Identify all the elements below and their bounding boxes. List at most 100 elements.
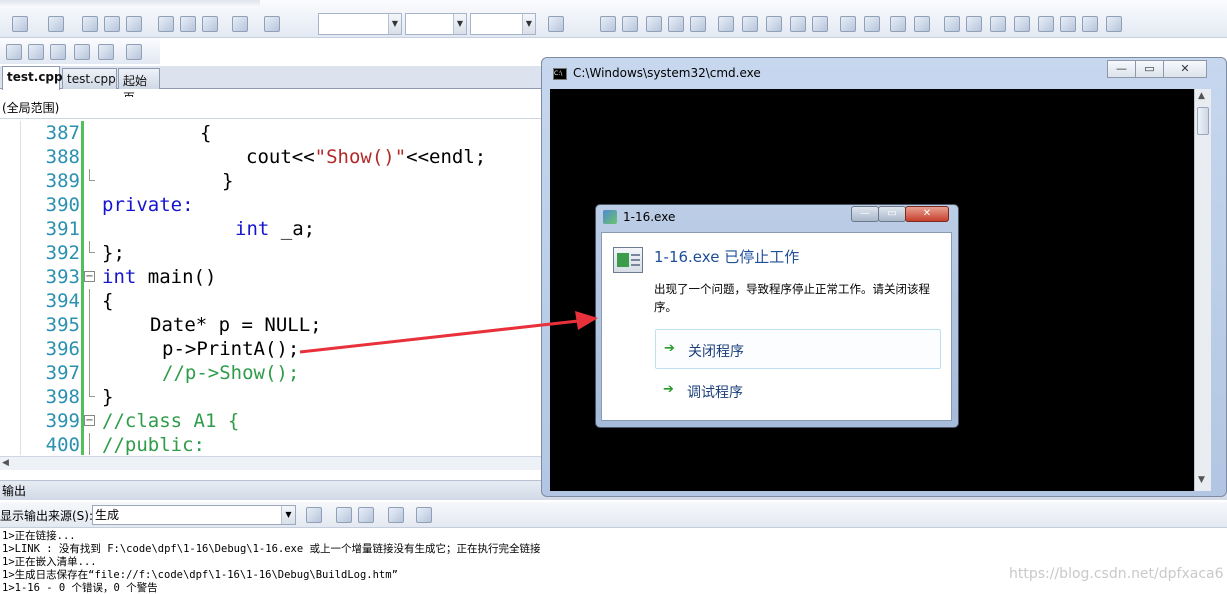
scroll-down-icon[interactable]: ▼ bbox=[1198, 475, 1205, 485]
maximize-button[interactable]: ▭ bbox=[878, 206, 906, 222]
code-line: int main() bbox=[102, 266, 217, 288]
green-arrow-icon: ➔ bbox=[663, 382, 674, 397]
debug-toolbar-icon[interactable] bbox=[126, 44, 142, 60]
toolbar-icon[interactable] bbox=[990, 16, 1006, 32]
fold-line bbox=[89, 289, 90, 313]
line-number: 399 bbox=[45, 410, 80, 432]
toolbar-icon[interactable] bbox=[1014, 16, 1030, 32]
output-toolbar-icon[interactable] bbox=[416, 507, 432, 523]
output-toolbar-icon[interactable] bbox=[388, 507, 404, 523]
toolbar-icon[interactable] bbox=[690, 16, 706, 32]
font-size-combo[interactable]: ▼ bbox=[405, 13, 467, 35]
crash-dialog[interactable]: 1-16.exe — ▭ ✕ 1-16.exe 已停止工作 出现了一个问题，导致… bbox=[595, 204, 959, 428]
close-button[interactable]: ✕ bbox=[905, 206, 949, 222]
toolbar-icon[interactable] bbox=[944, 16, 960, 32]
output-line: 1>正在链接... bbox=[2, 530, 76, 542]
chevron-down-icon[interactable]: ▼ bbox=[388, 14, 401, 34]
line-number: 395 bbox=[45, 314, 80, 336]
scroll-left-icon[interactable]: ◀ bbox=[2, 458, 9, 468]
code-line: { bbox=[200, 122, 212, 144]
toolbar-icon[interactable] bbox=[48, 16, 64, 32]
toolbar-icon[interactable] bbox=[12, 16, 28, 32]
close-program-option[interactable]: ➔ 关闭程序 bbox=[655, 329, 941, 369]
tab-test-cpp[interactable]: test.cpp bbox=[62, 68, 117, 89]
toolbar-icon[interactable] bbox=[104, 16, 120, 32]
toolbar-icon[interactable] bbox=[1082, 16, 1098, 32]
toolbar-icon[interactable] bbox=[668, 16, 684, 32]
toolbar-icon[interactable] bbox=[232, 16, 248, 32]
maximize-button[interactable]: ▭ bbox=[1135, 60, 1164, 78]
line-number: 392 bbox=[45, 242, 80, 264]
toolbar-icon[interactable] bbox=[158, 16, 174, 32]
line-number: 398 bbox=[45, 386, 80, 408]
font-name-combo[interactable]: ▼ bbox=[318, 13, 402, 35]
fold-toggle-icon[interactable]: − bbox=[84, 415, 95, 426]
toolbar-icon[interactable] bbox=[790, 16, 806, 32]
output-line: 1>LINK : 没有找到 F:\code\dpf\1-16\Debug\1-1… bbox=[2, 543, 541, 555]
toolbar-icon[interactable] bbox=[180, 16, 196, 32]
debug-toolbar-icon[interactable] bbox=[6, 44, 22, 60]
output-source-select[interactable]: 生成 ▼ bbox=[92, 505, 296, 525]
toolbar-icon[interactable] bbox=[914, 16, 930, 32]
toolbar-icon[interactable] bbox=[812, 16, 828, 32]
editor-hscrollbar[interactable]: ◀ bbox=[0, 456, 545, 470]
toolbar-icon[interactable] bbox=[264, 16, 280, 32]
debug-toolbar-icon[interactable] bbox=[50, 44, 66, 60]
output-line: 1>正在嵌入清单... bbox=[2, 556, 97, 568]
fold-line bbox=[89, 433, 90, 455]
toolbar-icon[interactable] bbox=[82, 16, 98, 32]
crash-heading: 1-16.exe 已停止工作 bbox=[654, 248, 800, 266]
chevron-down-icon[interactable]: ▼ bbox=[522, 14, 535, 34]
toolbar-icon[interactable] bbox=[126, 16, 142, 32]
toolbar-icon[interactable] bbox=[1060, 16, 1076, 32]
fold-end-marker bbox=[89, 169, 95, 181]
style-combo[interactable]: ▼ bbox=[470, 13, 536, 35]
scope-bar[interactable]: (全局范围) bbox=[0, 97, 545, 119]
tab-start-page[interactable]: 起始页 bbox=[118, 68, 160, 105]
fold-end-marker bbox=[89, 385, 95, 397]
output-source-value: 生成 bbox=[95, 508, 120, 522]
toolbar-icon[interactable] bbox=[646, 16, 662, 32]
minimize-button[interactable]: — bbox=[1107, 60, 1136, 78]
output-toolbar-icon[interactable] bbox=[336, 507, 352, 523]
green-arrow-icon: ➔ bbox=[664, 341, 675, 356]
toolbar-icon[interactable] bbox=[622, 16, 638, 32]
scroll-up-icon[interactable]: ▲ bbox=[1198, 91, 1205, 101]
code-editor[interactable]: 387 {388 cout<<"Show()"<<endl; 389} 390 priva… bbox=[0, 121, 545, 455]
output-line: 1>1-16 - 0 个错误，0 个警告 bbox=[2, 582, 158, 594]
code-line: //class A1 { bbox=[102, 410, 240, 432]
cmd-vscrollbar[interactable]: ▲ ▼ bbox=[1194, 89, 1211, 491]
debug-program-label: 调试程序 bbox=[687, 385, 743, 401]
chevron-down-icon[interactable]: ▼ bbox=[453, 14, 466, 34]
toolbar-icon[interactable] bbox=[600, 16, 616, 32]
tab-test-cpp-active[interactable]: test.cpp bbox=[2, 66, 63, 90]
close-button[interactable]: ✕ bbox=[1163, 60, 1207, 78]
toolbar-icon[interactable] bbox=[966, 16, 982, 32]
toolbar-icon[interactable] bbox=[548, 16, 564, 32]
debug-toolbar-icon[interactable] bbox=[28, 44, 44, 60]
toolbar-icon[interactable] bbox=[202, 16, 218, 32]
toolbar-icon[interactable] bbox=[890, 16, 906, 32]
line-number: 387 bbox=[45, 122, 80, 144]
chevron-down-icon[interactable]: ▼ bbox=[281, 506, 295, 524]
crash-dialog-title: 1-16.exe bbox=[623, 210, 676, 224]
debug-toolbar-icon[interactable] bbox=[98, 44, 114, 60]
debug-toolbar-icon[interactable] bbox=[74, 44, 90, 60]
toolbar-icon[interactable] bbox=[742, 16, 758, 32]
code-line: //public: bbox=[102, 434, 205, 455]
output-toolbar-icon[interactable] bbox=[358, 507, 374, 523]
line-number: 393 bbox=[45, 266, 80, 288]
output-toolbar-icon[interactable] bbox=[306, 507, 322, 523]
fold-toggle-icon[interactable]: − bbox=[84, 271, 95, 282]
minimize-button[interactable]: — bbox=[851, 206, 879, 222]
toolbar-icon[interactable] bbox=[718, 16, 734, 32]
toolbar-icon[interactable] bbox=[840, 16, 856, 32]
scroll-thumb[interactable] bbox=[1197, 107, 1209, 135]
change-marker-bar bbox=[81, 121, 84, 455]
toolbar-icon[interactable] bbox=[1038, 16, 1054, 32]
debug-program-option[interactable]: ➔ 调试程序 bbox=[655, 371, 941, 411]
toolbar-icon[interactable] bbox=[1106, 16, 1122, 32]
toolbar-icon[interactable] bbox=[766, 16, 782, 32]
code-line: //p->Show(); bbox=[162, 362, 300, 384]
toolbar-icon[interactable] bbox=[864, 16, 880, 32]
